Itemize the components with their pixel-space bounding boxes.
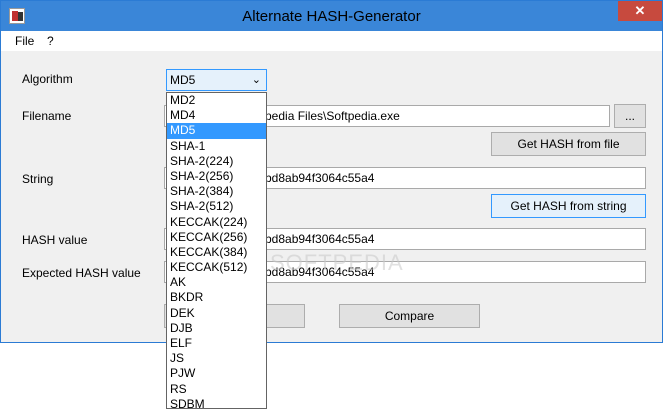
string-label: String: [22, 172, 54, 186]
menu-bar: File ?: [1, 31, 662, 51]
window-title: Alternate HASH-Generator: [242, 8, 421, 25]
menu-help[interactable]: ?: [47, 34, 54, 48]
algorithm-option[interactable]: ELF: [167, 336, 266, 351]
algorithm-option[interactable]: KECCAK(384): [167, 245, 266, 260]
algorithm-option[interactable]: SHA-2(224): [167, 154, 266, 169]
algorithm-option[interactable]: SHA-2(512): [167, 199, 266, 214]
algorithm-label: Algorithm: [22, 72, 73, 86]
algorithm-option[interactable]: KECCAK(256): [167, 230, 266, 245]
algorithm-selected-value: MD5: [170, 73, 196, 87]
title-bar[interactable]: Alternate HASH-Generator ✕: [1, 1, 662, 31]
algorithm-option[interactable]: MD4: [167, 108, 266, 123]
algorithm-option[interactable]: KECCAK(512): [167, 260, 266, 275]
compare-button[interactable]: Compare: [339, 304, 480, 328]
algorithm-option[interactable]: DJB: [167, 321, 266, 336]
get-hash-from-string-button[interactable]: Get HASH from string: [491, 194, 646, 218]
filename-text: pedia Files\Softpedia.exe: [265, 109, 400, 123]
algorithm-option[interactable]: SHA-2(256): [167, 169, 266, 184]
algorithm-option[interactable]: SHA-1: [167, 139, 266, 154]
algorithm-dropdown-list: MD2 MD4 MD5 SHA-1 SHA-2(224) SHA-2(256) SHA-2(…: [166, 92, 267, 412]
filename-label: Filename: [22, 109, 72, 123]
hash-value-label: HASH value: [22, 233, 88, 247]
algorithm-option[interactable]: KECCAK(224): [167, 215, 266, 230]
algorithm-option[interactable]: PJW: [167, 366, 266, 381]
watermark: SOFTPEDIA: [270, 250, 404, 275]
algorithm-option[interactable]: MD2: [167, 93, 266, 108]
browse-button[interactable]: ...: [614, 104, 646, 128]
algorithm-option[interactable]: DEK: [167, 306, 266, 321]
algorithm-option[interactable]: SHA-2(384): [167, 184, 266, 199]
algorithm-option[interactable]: BKDR: [167, 290, 266, 305]
expected-hash-label: Expected HASH value: [22, 266, 141, 280]
algorithm-option[interactable]: SDBM: [167, 397, 266, 412]
algorithm-option[interactable]: MD5: [167, 123, 266, 139]
algorithm-select[interactable]: MD5 ⌄: [166, 69, 267, 91]
algorithm-option[interactable]: JS: [167, 351, 266, 366]
hash-value-text: bd8ab94f3064c55a4: [265, 232, 375, 246]
algorithm-option[interactable]: RS: [167, 382, 266, 397]
menu-file[interactable]: File: [15, 34, 34, 48]
algorithm-option[interactable]: AK: [167, 275, 266, 290]
get-hash-from-file-button[interactable]: Get HASH from file: [491, 132, 646, 156]
chevron-down-icon: ⌄: [251, 74, 261, 86]
string-text: bd8ab94f3064c55a4: [265, 171, 375, 185]
close-button[interactable]: ✕: [618, 1, 662, 21]
